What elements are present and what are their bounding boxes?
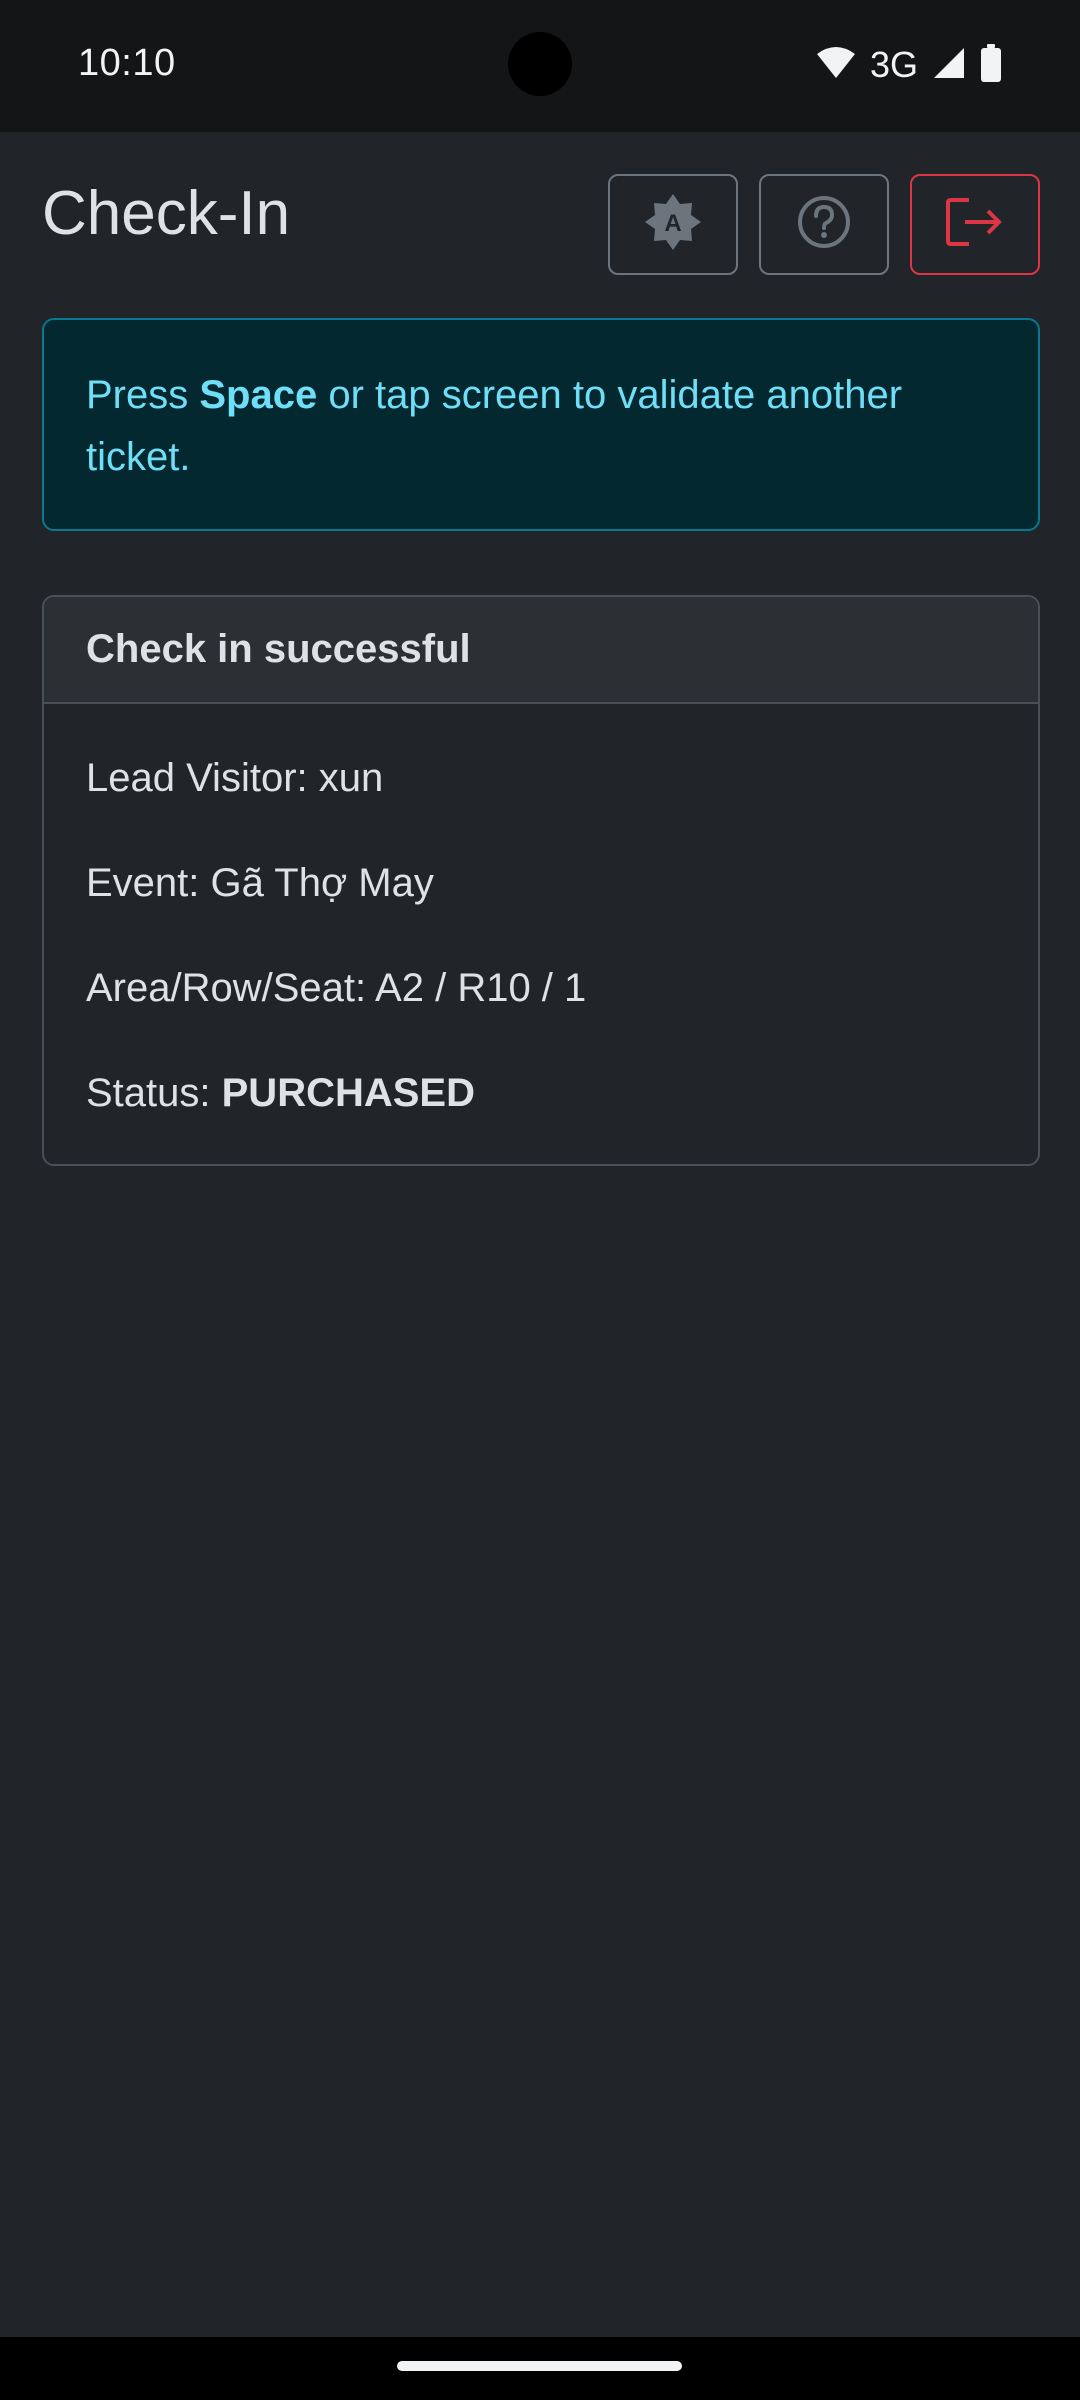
logout-button[interactable] [910, 174, 1040, 275]
lead-visitor-line: Lead Visitor: xun [86, 732, 996, 837]
event-label: Event: [86, 861, 211, 905]
camera-cutout [508, 32, 572, 96]
checkin-result-card: Check in successful Lead Visitor: xun Ev… [42, 595, 1040, 1166]
signal-icon [932, 46, 966, 85]
seat-line: Area/Row/Seat: A2 / R10 / 1 [86, 942, 996, 1047]
lead-visitor-label: Lead Visitor: [86, 756, 319, 800]
hint-prefix: Press [86, 373, 200, 417]
hint-key: Space [199, 373, 318, 417]
logout-icon [945, 196, 1005, 253]
status-value: PURCHASED [221, 1071, 475, 1115]
event-line: Event: Gã Thợ May [86, 837, 996, 942]
help-button[interactable] [759, 174, 889, 275]
question-circle-icon [796, 194, 852, 255]
theme-toggle-button[interactable]: A [608, 174, 738, 275]
network-type: 3G [869, 44, 918, 85]
result-body: Lead Visitor: xun Event: Gã Thợ May Area… [44, 704, 1038, 1152]
page-title: Check-In [42, 179, 291, 248]
result-header: Check in successful [44, 597, 1038, 704]
home-gesture-handle[interactable] [397, 2361, 682, 2371]
battery-icon [980, 43, 1002, 87]
status-label: Status: [86, 1071, 222, 1115]
event-value: Gã Thợ May [210, 861, 434, 905]
status-line: Status: PURCHASED [86, 1047, 996, 1152]
validate-another-hint: Press Space or tap screen to validate an… [42, 318, 1040, 531]
seat-label: Area/Row/Seat: [86, 966, 376, 1010]
lead-visitor-value: xun [318, 756, 384, 800]
seat-value: A2 / R10 / 1 [375, 966, 587, 1010]
status-time: 10:10 [78, 42, 176, 84]
svg-text:A: A [664, 210, 681, 237]
wifi-icon [816, 46, 856, 85]
status-bar: 10:10 3G [0, 0, 1080, 132]
status-icons: 3G [816, 42, 1002, 88]
app-screen[interactable]: Check-In A Press Space or tap screen to … [0, 132, 1080, 2337]
navigation-bar [0, 2337, 1080, 2400]
auto-theme-icon: A [643, 192, 703, 257]
